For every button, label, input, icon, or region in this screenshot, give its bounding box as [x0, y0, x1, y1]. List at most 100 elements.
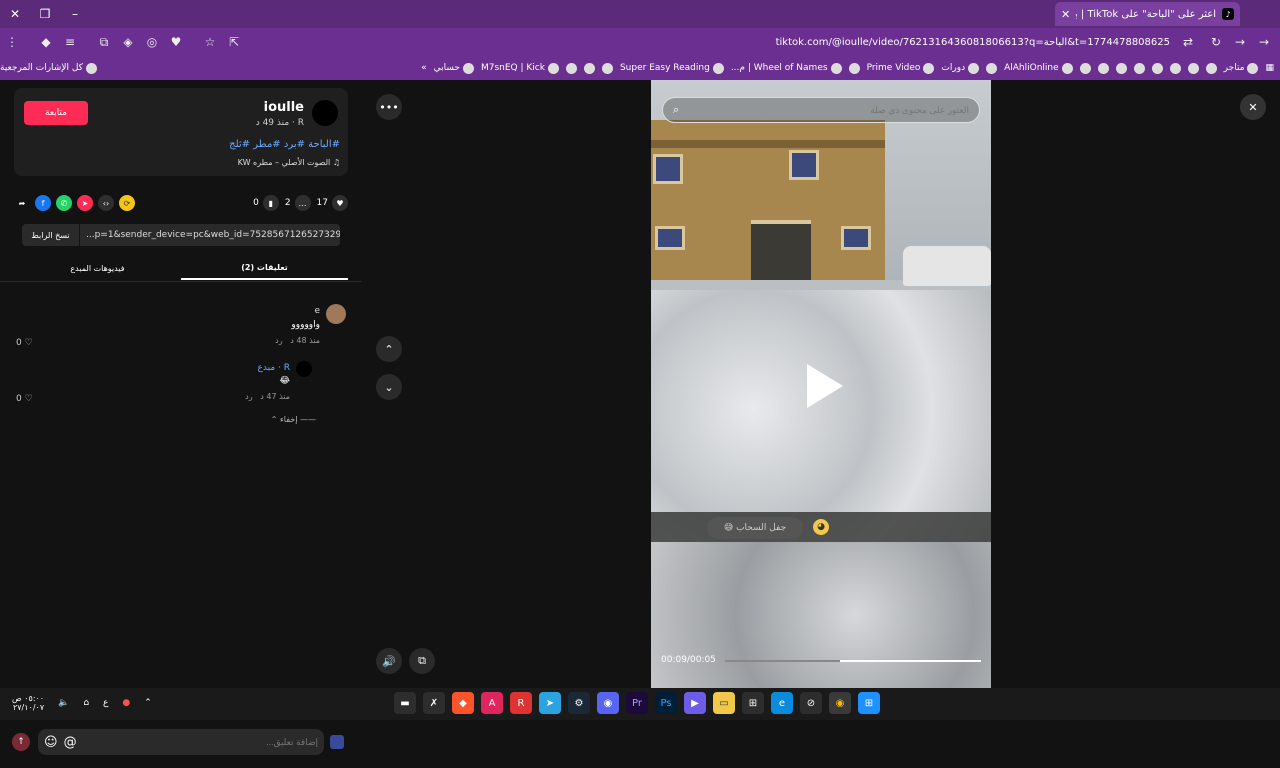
- follow-button[interactable]: متابعة: [24, 101, 88, 125]
- comment-like[interactable]: 0 ♡: [16, 394, 33, 404]
- steam-icon[interactable]: ⚙: [568, 692, 590, 714]
- apps-grid-icon[interactable]: ▦: [1265, 63, 1274, 73]
- close-icon[interactable]: ✕: [1240, 94, 1266, 120]
- bookmark-icon-only[interactable]: [565, 62, 577, 74]
- comment-author[interactable]: R · مبدع: [258, 363, 290, 373]
- share-arrow-icon[interactable]: ➦: [14, 195, 30, 211]
- app-icon[interactable]: ✗: [423, 692, 445, 714]
- back-icon[interactable]: →: [1252, 30, 1276, 54]
- copy-link-button[interactable]: نسخ الرابط: [22, 224, 80, 246]
- bookmark-icon-only[interactable]: [601, 62, 613, 74]
- app-icon[interactable]: R: [510, 692, 532, 714]
- minimize-window-icon[interactable]: –: [60, 0, 90, 28]
- bookmark-icon-only[interactable]: [848, 62, 860, 74]
- bookmark-item[interactable]: متاجر: [1224, 62, 1259, 74]
- edge-icon[interactable]: e: [771, 692, 793, 714]
- extension-icon[interactable]: ◎: [140, 30, 164, 54]
- mention-icon[interactable]: @: [64, 735, 77, 750]
- related-search-input[interactable]: [687, 105, 969, 115]
- facebook-icon[interactable]: f: [35, 195, 51, 211]
- bookmark-icon-only[interactable]: [1115, 62, 1127, 74]
- extensions-puzzle-icon[interactable]: ⧉: [92, 30, 116, 54]
- save-stat[interactable]: 0 ▮: [253, 195, 279, 211]
- repost-icon[interactable]: ⟳: [119, 195, 135, 211]
- reload-icon[interactable]: ↻: [1204, 30, 1228, 54]
- tab-comments[interactable]: تعليقات (2): [181, 256, 348, 280]
- bookmark-icon-only[interactable]: [1079, 62, 1091, 74]
- bookmark-item[interactable]: AlAhliOnline: [1004, 62, 1073, 74]
- bookmark-icon-only[interactable]: [1151, 62, 1163, 74]
- search-icon[interactable]: ⌕: [673, 103, 679, 117]
- bookmarks-overflow[interactable]: »: [421, 63, 427, 73]
- comment-stat[interactable]: 2…: [285, 195, 311, 211]
- emoji-icon[interactable]: ☺: [44, 735, 58, 750]
- embed-icon[interactable]: ‹›: [98, 195, 114, 211]
- play-icon[interactable]: [807, 364, 843, 408]
- extension-icon[interactable]: ◆: [34, 30, 58, 54]
- username[interactable]: ioulle: [264, 100, 304, 115]
- chrome-icon[interactable]: ◉: [829, 692, 851, 714]
- app-icon[interactable]: ⊘: [800, 692, 822, 714]
- site-settings-icon[interactable]: ⇄: [1176, 30, 1200, 54]
- chevron-up-icon[interactable]: ⌃: [144, 698, 152, 708]
- pip-button[interactable]: ⧉: [409, 648, 435, 674]
- previous-video-button[interactable]: ⌃: [376, 336, 402, 362]
- app-icon[interactable]: ▶: [684, 692, 706, 714]
- whatsapp-icon[interactable]: ✆: [56, 195, 72, 211]
- avatar[interactable]: [296, 361, 312, 377]
- extension-icon[interactable]: ◈: [116, 30, 140, 54]
- bookmark-item[interactable]: حسابي: [434, 62, 474, 74]
- video-progress-bar[interactable]: [725, 660, 981, 662]
- bookmark-icon-only[interactable]: [1187, 62, 1199, 74]
- bookmark-item[interactable]: Prime Video: [867, 62, 935, 74]
- avatar[interactable]: [326, 304, 346, 324]
- brave-icon[interactable]: ◆: [452, 692, 474, 714]
- close-window-icon[interactable]: ✕: [0, 0, 30, 28]
- active-tab[interactable]: ♪ اعثر على "الباحة" على TikTok | بد... ✕: [1055, 2, 1240, 26]
- discord-icon[interactable]: ◉: [597, 692, 619, 714]
- reply-button[interactable]: رد: [275, 336, 282, 345]
- like-stat[interactable]: 17 ♥: [317, 195, 348, 211]
- extension-icon[interactable]: ♥: [164, 30, 188, 54]
- volume-icon[interactable]: 🔈: [58, 698, 69, 708]
- premiere-icon[interactable]: Pr: [626, 692, 648, 714]
- language-indicator[interactable]: ع: [103, 698, 108, 708]
- photoshop-icon[interactable]: Ps: [655, 692, 677, 714]
- comment-like[interactable]: 0 ♡: [16, 338, 33, 348]
- restore-window-icon[interactable]: ❐: [30, 0, 60, 28]
- share-link-text[interactable]: ...p=1&sender_device=pc&web_id=752856712…: [80, 230, 340, 240]
- bookmark-icon-only[interactable]: [986, 62, 998, 74]
- bookmark-icon-only[interactable]: [1205, 62, 1217, 74]
- comment-author[interactable]: e: [314, 306, 320, 316]
- more-options-button[interactable]: •••: [376, 94, 402, 120]
- music-label[interactable]: ♫ الصوت الأصلي – مطره KW: [238, 158, 340, 167]
- comment-input[interactable]: [82, 737, 318, 747]
- bookmark-item[interactable]: دورات: [941, 62, 980, 74]
- tab-creator-videos[interactable]: فيديوهات المبدع: [14, 256, 181, 280]
- url-bar[interactable]: tiktok.com/@ioulle/video/762131643608180…: [240, 32, 1180, 52]
- volume-icon[interactable]: 🔊: [376, 648, 402, 674]
- reply-button[interactable]: رد: [245, 392, 252, 401]
- telegram-icon[interactable]: ➤: [539, 692, 561, 714]
- app-icon[interactable]: A: [481, 692, 503, 714]
- hide-replies-button[interactable]: —— إخفاء ⌃: [271, 415, 316, 424]
- avatar[interactable]: [312, 100, 338, 126]
- bookmark-item[interactable]: كل الإشارات المرجعية: [0, 62, 97, 74]
- bookmark-star-icon[interactable]: ☆: [198, 30, 222, 54]
- microphone-icon[interactable]: ●: [122, 698, 130, 708]
- bookmark-item[interactable]: Super Easy Reading: [620, 62, 724, 74]
- clock[interactable]: ٠٥:٠٠ ص ٢٧/١٠/٠٧: [12, 694, 44, 712]
- app-icon[interactable]: ▬: [394, 692, 416, 714]
- start-icon[interactable]: ⊞: [858, 692, 880, 714]
- tiktok-send-icon[interactable]: ➤: [77, 195, 93, 211]
- tab-close-button[interactable]: ✕: [1061, 8, 1070, 21]
- store-icon[interactable]: ⊞: [742, 692, 764, 714]
- bookmark-item[interactable]: Wheel of Names | م...: [731, 62, 842, 74]
- forward-icon[interactable]: →: [1228, 30, 1252, 54]
- bookmark-item[interactable]: M7snEQ | Kick: [481, 62, 559, 74]
- extension-icon[interactable]: ≡: [58, 30, 82, 54]
- bookmark-icon-only[interactable]: [1169, 62, 1181, 74]
- menu-icon[interactable]: ⋮: [0, 30, 24, 54]
- file-explorer-icon[interactable]: ▭: [713, 692, 735, 714]
- bookmark-icon-only[interactable]: [1097, 62, 1109, 74]
